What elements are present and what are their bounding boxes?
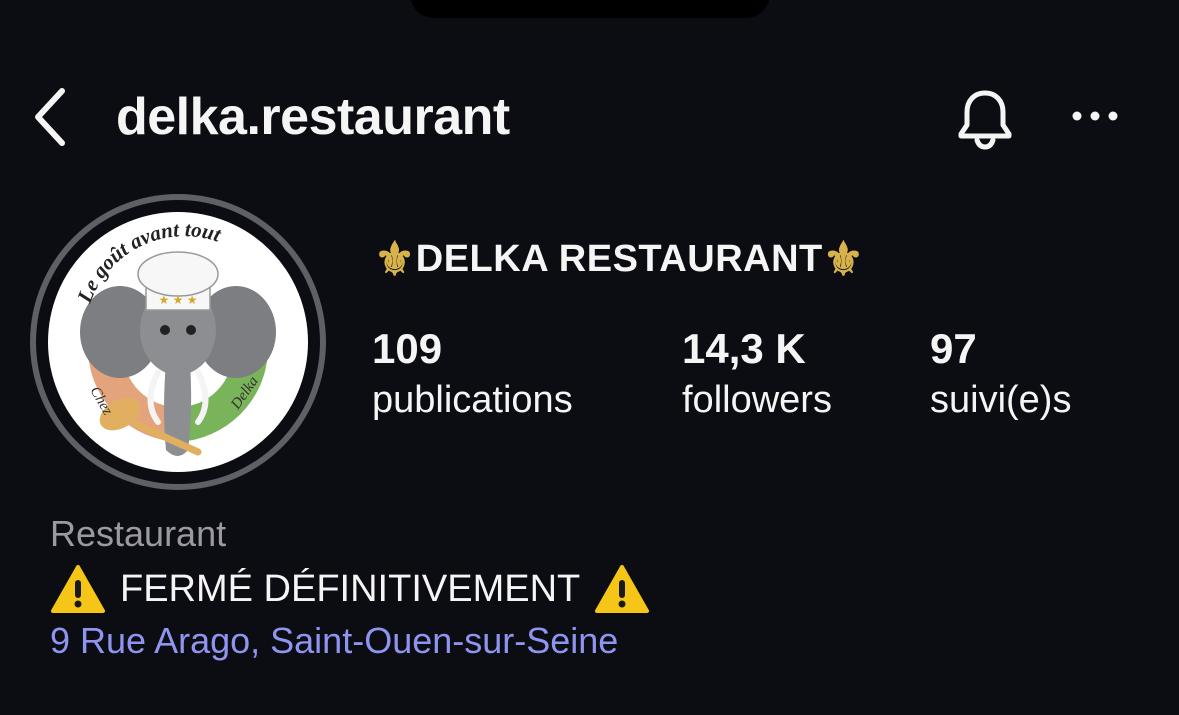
stat-value: 109 <box>372 325 443 372</box>
stat-value: 14,3 K <box>682 325 806 372</box>
profile-username: delka.restaurant <box>116 88 510 146</box>
fleur-de-lis-icon: ⚜ <box>374 233 416 285</box>
profile-address-link[interactable]: 9 Rue Arago, Saint-Ouen-sur-Seine <box>50 618 618 664</box>
chevron-left-icon <box>35 88 65 146</box>
stat-following[interactable]: 97 suivi(e)s <box>930 322 1071 424</box>
stat-value: 97 <box>930 325 977 372</box>
stat-publications[interactable]: 109 publications <box>372 322 573 424</box>
bio-text: FERMÉ DÉFINITIVEMENT <box>120 568 581 610</box>
profile-category: Restaurant <box>50 513 227 554</box>
profile-bio: FERMÉ DÉFINITIVEMENT <box>50 564 650 614</box>
avatar-ring: ★ ★ ★ Le goût avant tout Chez Delka <box>36 200 320 484</box>
warning-icon <box>595 565 650 613</box>
stat-followers[interactable]: 14,3 K followers <box>682 322 832 424</box>
back-button[interactable] <box>20 82 80 152</box>
stat-label: publications <box>372 379 573 421</box>
more-options-button[interactable] <box>1060 88 1130 144</box>
more-horizontal-icon <box>1072 111 1118 121</box>
profile-avatar[interactable]: ★ ★ ★ Le goût avant tout Chez Delka <box>30 194 326 490</box>
svg-text:★ ★ ★: ★ ★ ★ <box>159 293 198 307</box>
device-notch <box>410 0 770 18</box>
elephant-chef-logo-icon: ★ ★ ★ Le goût avant tout Chez Delka <box>72 217 276 456</box>
fleur-de-lis-icon: ⚜ <box>822 233 865 285</box>
bell-icon <box>958 90 1012 150</box>
notifications-button[interactable] <box>950 84 1020 154</box>
warning-icon <box>51 565 105 613</box>
profile-display-name: ⚜ DELKA RESTAURANT ⚜ <box>374 236 864 282</box>
restaurant-logo: ★ ★ ★ Le goût avant tout Chez Delka <box>48 212 308 472</box>
stat-label: followers <box>682 379 832 421</box>
stat-label: suivi(e)s <box>930 379 1072 421</box>
display-name-text: DELKA RESTAURANT <box>415 237 823 280</box>
